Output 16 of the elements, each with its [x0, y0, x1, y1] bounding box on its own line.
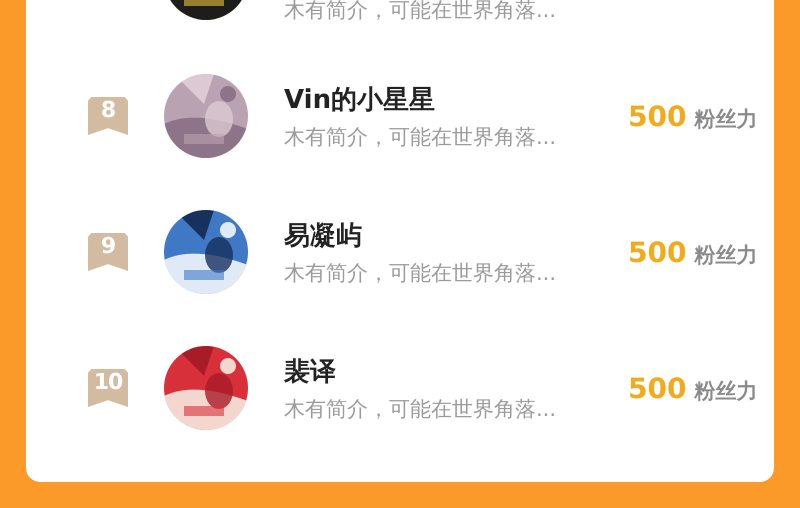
user-name: 易凝屿 [284, 220, 363, 252]
user-bio: 木有简介，可能在世界角落... [284, 124, 558, 150]
score-unit: 粉丝力 [694, 378, 758, 404]
rank-badge: 8 [88, 97, 128, 135]
user-bio: 木有简介，可能在世界角落... [284, 0, 558, 24]
score-unit: 粉丝力 [694, 106, 758, 132]
rank-badge: 9 [88, 233, 128, 271]
rank-badge: 10 [88, 369, 128, 407]
user-bio: 木有简介，可能在世界角落... [284, 260, 558, 286]
fan-score: 500 [628, 372, 686, 404]
user-name: Vin的小星星 [284, 84, 436, 116]
fan-score: 500 [628, 236, 686, 268]
user-bio: 木有简介，可能在世界角落... [284, 396, 558, 422]
fan-score: 500 [628, 100, 686, 132]
score-unit: 粉丝力 [694, 242, 758, 268]
user-name: 裴译 [284, 356, 337, 388]
